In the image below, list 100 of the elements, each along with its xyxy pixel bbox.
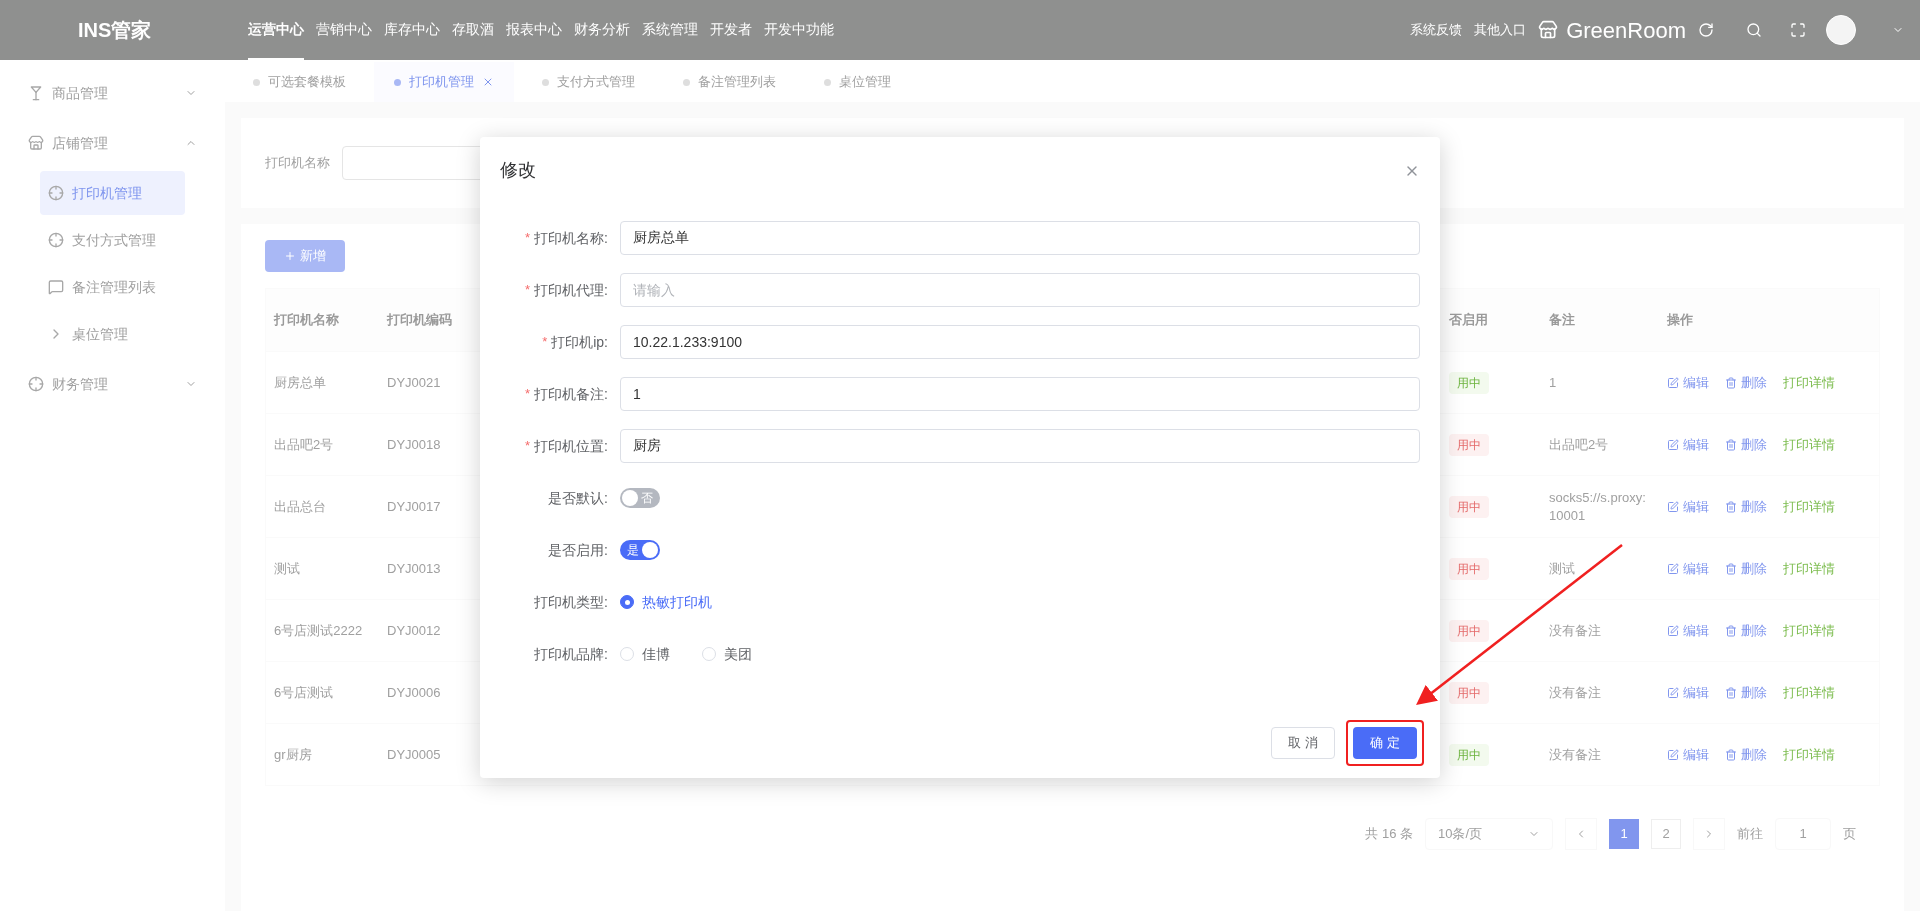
trash-icon <box>1725 624 1737 637</box>
delete-link[interactable]: 删除 <box>1725 434 1767 455</box>
sidebar-group-label: 店铺管理 <box>52 133 108 153</box>
field-label: 是否默认: <box>548 488 608 508</box>
delete-link[interactable]: 删除 <box>1725 682 1767 703</box>
table-cell-text: 6号店测试 <box>273 683 335 702</box>
header-link[interactable]: 系统反馈 <box>1410 20 1463 40</box>
edit-link[interactable]: 编辑 <box>1667 682 1709 703</box>
detail-link[interactable]: 打印详情 <box>1783 434 1835 455</box>
total-count: 共 16 条 <box>1365 825 1413 844</box>
status-tag: 用中 <box>1449 619 1489 642</box>
radio-option[interactable]: 美团 <box>702 643 752 665</box>
table-cell-text: 厨房总单 <box>273 373 327 392</box>
delete-link[interactable]: 删除 <box>1725 496 1767 517</box>
delete-link[interactable]: 删除 <box>1725 558 1767 579</box>
edit-link[interactable]: 编辑 <box>1667 496 1709 517</box>
nav-item[interactable]: 营销中心 <box>316 0 372 60</box>
sidebar-item[interactable]: 支付方式管理 <box>40 218 185 262</box>
table-cell-text: DYJ0017 <box>386 497 442 516</box>
edit-link[interactable]: 编辑 <box>1667 434 1709 455</box>
page-button[interactable]: 1 <box>1609 819 1639 849</box>
table-cell-text: gr厨房 <box>273 745 313 764</box>
cocktail-icon <box>28 85 44 101</box>
table-cell-text: 出品吧2号 <box>1548 435 1610 454</box>
sidebar-group-label: 财务管理 <box>52 374 108 394</box>
close-icon[interactable] <box>482 76 494 88</box>
detail-link[interactable]: 打印详情 <box>1783 372 1835 393</box>
column-header: 打印机名称 <box>272 311 340 330</box>
page-tab[interactable]: 支付方式管理 <box>522 62 655 102</box>
crosshair-icon <box>48 185 64 201</box>
text-field[interactable]: 厨房总单 <box>620 221 1420 255</box>
nav-item[interactable]: 开发中功能 <box>764 0 834 60</box>
edit-link[interactable]: 编辑 <box>1667 372 1709 393</box>
search-icon[interactable] <box>1746 22 1762 38</box>
edit-link[interactable]: 编辑 <box>1667 558 1709 579</box>
edit-link[interactable]: 编辑 <box>1667 744 1709 765</box>
edit-link[interactable]: 编辑 <box>1667 620 1709 641</box>
add-button[interactable]: 新增 <box>265 240 345 272</box>
delete-link[interactable]: 删除 <box>1725 744 1767 765</box>
store-icon <box>1538 20 1559 40</box>
page-tab[interactable]: 桌位管理 <box>804 62 911 102</box>
field-label: 打印机代理: <box>534 280 608 300</box>
detail-link[interactable]: 打印详情 <box>1783 620 1835 641</box>
table-cell-text: 测试 <box>1548 559 1576 578</box>
text-field[interactable]: 10.22.1.233:9100 <box>620 325 1420 359</box>
crosshair-icon <box>48 232 64 248</box>
sidebar-group[interactable]: 商品管理 <box>0 68 225 118</box>
fullscreen-icon[interactable] <box>1790 22 1806 38</box>
goto-field[interactable]: 1 <box>1775 818 1831 850</box>
column-header: 备注 <box>1548 311 1576 330</box>
nav-item[interactable]: 存取酒 <box>452 0 494 60</box>
page-size-select[interactable]: 10条/页 <box>1425 818 1553 850</box>
sidebar-item[interactable]: 打印机管理 <box>40 171 185 215</box>
trash-icon <box>1725 500 1737 513</box>
text-field[interactable]: 厨房 <box>620 429 1420 463</box>
page-tab[interactable]: 可选套餐模板 <box>233 62 366 102</box>
delete-link[interactable]: 删除 <box>1725 620 1767 641</box>
avatar[interactable] <box>1826 15 1856 45</box>
table-cell-text: 出品总台 <box>273 497 327 516</box>
nav-item[interactable]: 报表中心 <box>506 0 562 60</box>
table-cell-text: 没有备注 <box>1548 745 1602 764</box>
radio-option[interactable]: 热敏打印机 <box>620 591 712 613</box>
nav-item[interactable]: 财务分析 <box>574 0 630 60</box>
sidebar-item[interactable]: 桌位管理 <box>40 312 185 356</box>
sidebar-group[interactable]: 财务管理 <box>0 359 225 409</box>
text-field[interactable]: 请输入 <box>620 273 1420 307</box>
detail-link[interactable]: 打印详情 <box>1783 496 1835 517</box>
goto-label: 前往 <box>1737 825 1763 844</box>
goto-suffix: 页 <box>1843 825 1856 844</box>
page-tab[interactable]: 备注管理列表 <box>663 62 796 102</box>
radio-option[interactable]: 佳博 <box>620 643 670 665</box>
toggle-switch[interactable]: 否 <box>620 488 660 508</box>
edit-icon <box>1667 376 1679 389</box>
column-header: 否启用 <box>1448 311 1489 330</box>
field-label: 打印机品牌: <box>534 644 608 664</box>
sidebar-item[interactable]: 备注管理列表 <box>40 265 185 309</box>
field-label: 是否启用: <box>548 540 608 560</box>
trash-icon <box>1725 376 1737 389</box>
detail-link[interactable]: 打印详情 <box>1783 744 1835 765</box>
nav-item[interactable]: 系统管理 <box>642 0 698 60</box>
edit-icon <box>1667 748 1679 761</box>
delete-link[interactable]: 删除 <box>1725 372 1767 393</box>
header-link[interactable]: 其他入口 <box>1474 20 1527 40</box>
text-field[interactable]: 1 <box>620 377 1420 411</box>
confirm-button[interactable]: 确 定 <box>1353 727 1417 759</box>
status-tag: 用中 <box>1449 433 1489 456</box>
detail-link[interactable]: 打印详情 <box>1783 558 1835 579</box>
nav-item[interactable]: 库存中心 <box>384 0 440 60</box>
refresh-icon[interactable] <box>1698 22 1714 38</box>
table-cell-text: socks5://s.proxy:10001 <box>1548 488 1647 525</box>
cancel-button[interactable]: 取 消 <box>1271 727 1335 759</box>
table-cell-text: 没有备注 <box>1548 621 1602 640</box>
sidebar-group[interactable]: 店铺管理 <box>0 118 225 168</box>
field-label: 打印机备注: <box>534 384 608 404</box>
status-tag: 用中 <box>1449 495 1489 518</box>
toggle-switch[interactable]: 是 <box>620 540 660 560</box>
page-button[interactable]: 2 <box>1651 819 1681 849</box>
page-tab[interactable]: 打印机管理 <box>374 62 514 102</box>
detail-link[interactable]: 打印详情 <box>1783 682 1835 703</box>
nav-item[interactable]: 开发者 <box>710 0 752 60</box>
